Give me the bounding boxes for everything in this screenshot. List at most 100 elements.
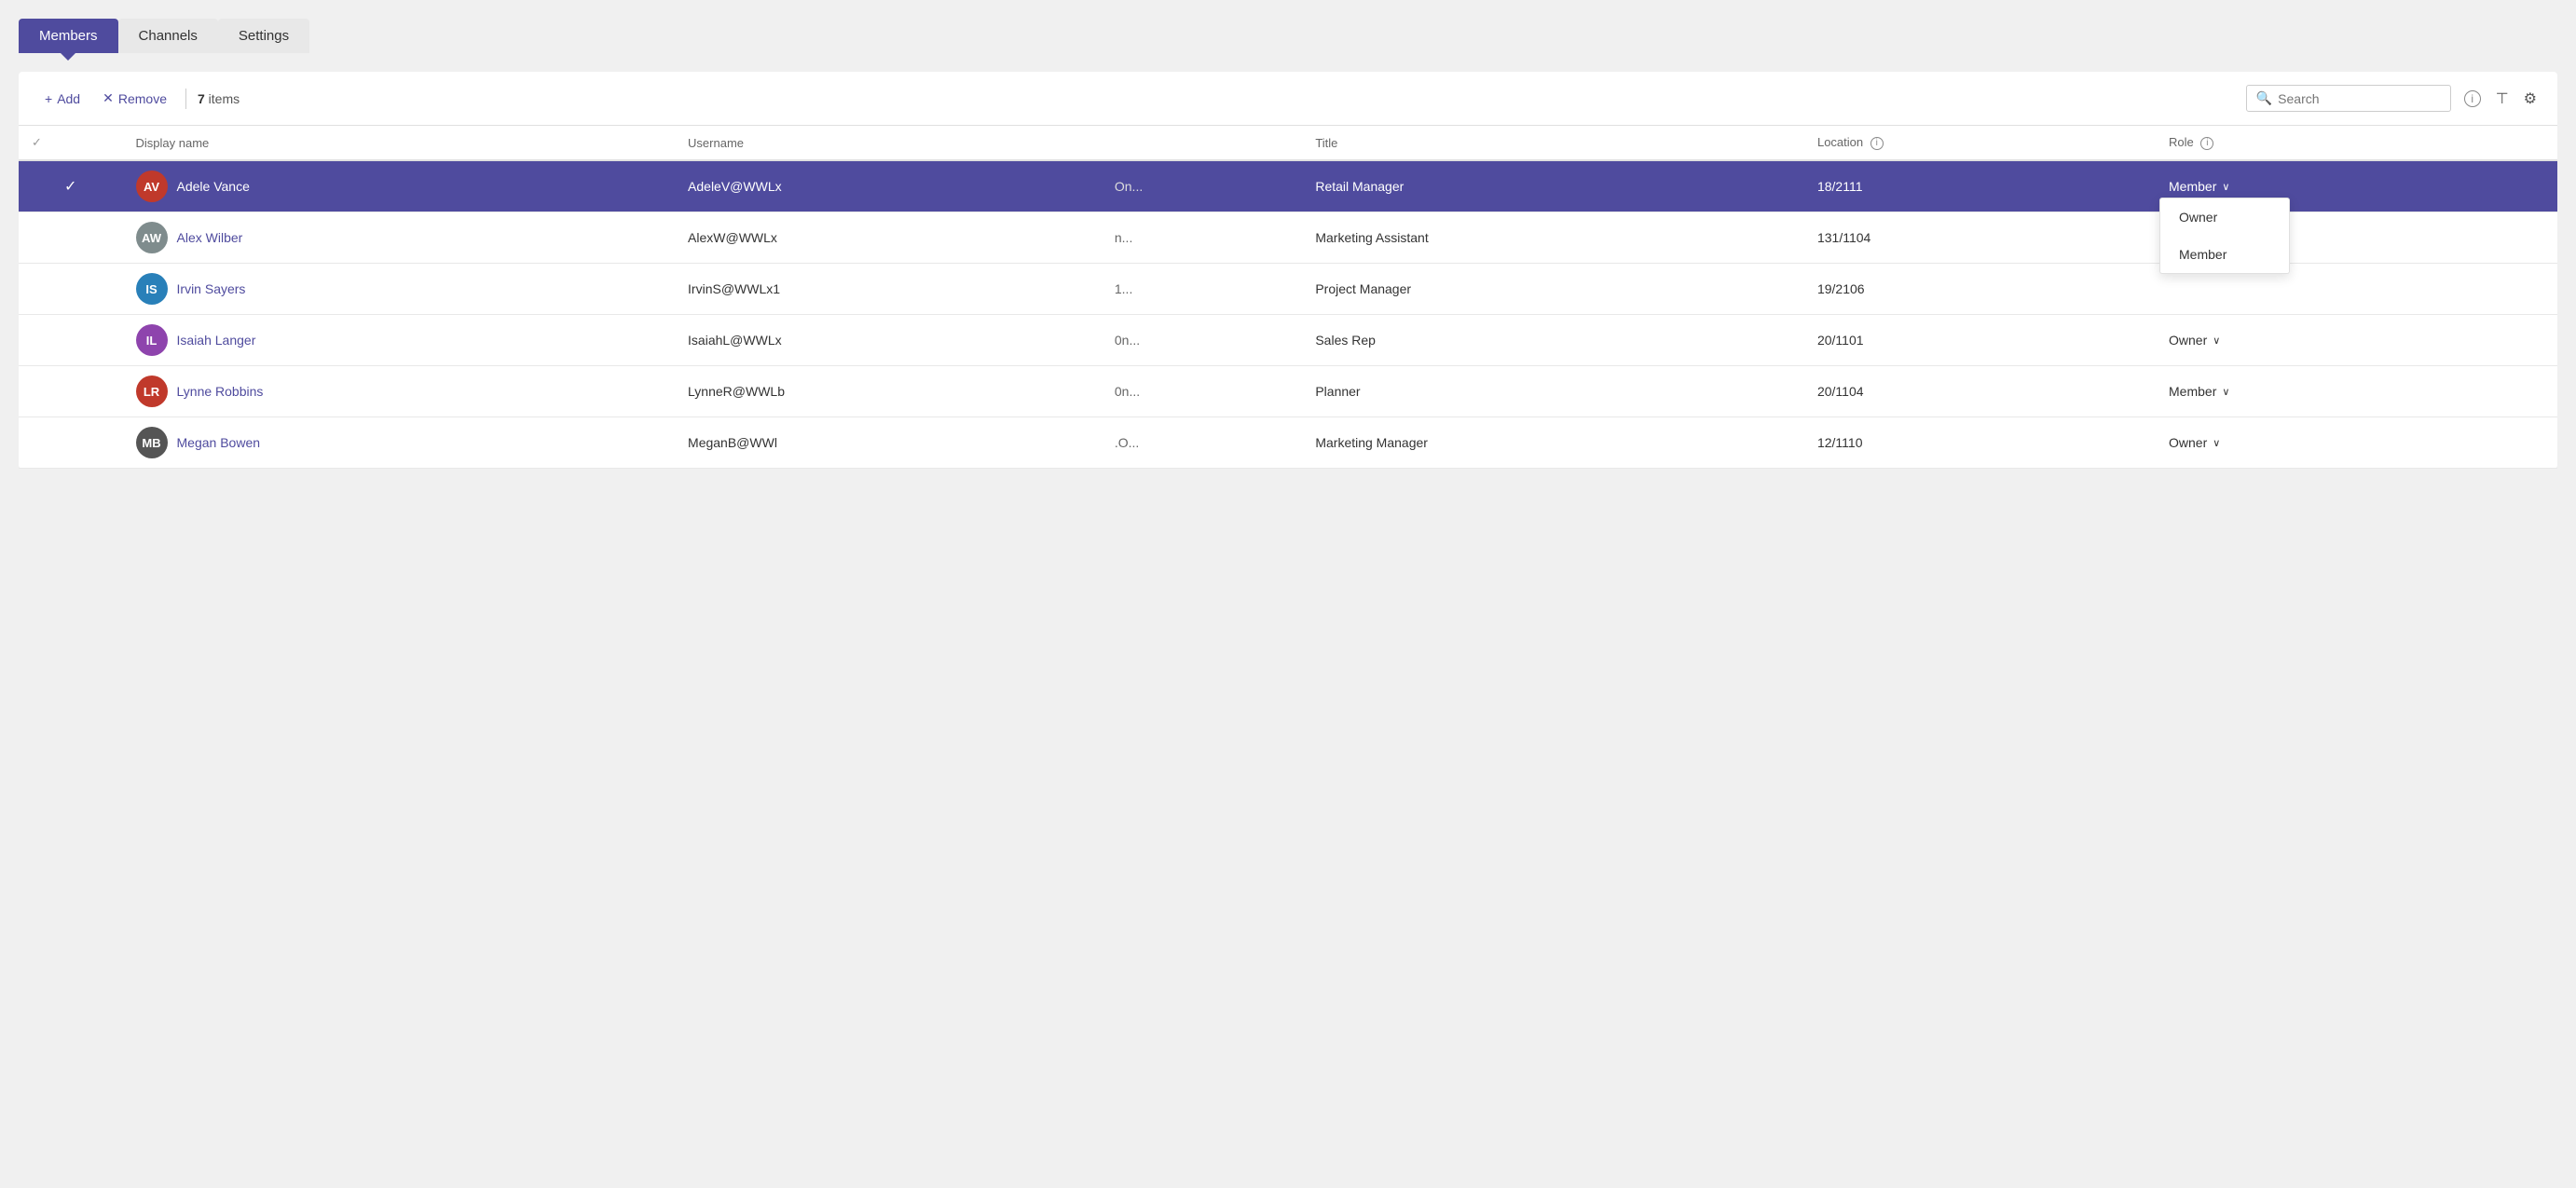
row-display-name: MB Megan Bowen	[123, 417, 676, 469]
row-check-cell[interactable]	[19, 315, 123, 366]
row-title: Retail Manager	[1302, 160, 1804, 212]
row-role[interactable]: Owner ∨	[2156, 417, 2557, 469]
row-location: 131/1104	[1804, 212, 2156, 264]
row-display-name: AW Alex Wilber	[123, 212, 676, 264]
settings-icon-button[interactable]: ⚙	[2522, 88, 2539, 110]
row-check-cell[interactable]	[19, 212, 123, 264]
tab-settings[interactable]: Settings	[218, 19, 309, 53]
row-location: 18/2111	[1804, 160, 2156, 212]
role-option-member[interactable]: Member	[2160, 236, 2289, 273]
table-row[interactable]: IL Isaiah Langer IsaiahL@WWLx0n...Sales …	[19, 315, 2557, 366]
member-name: Megan Bowen	[177, 435, 261, 450]
avatar: IL	[136, 324, 168, 356]
table-header-row: ✓ Display name Username Title	[19, 126, 2557, 160]
row-title: Marketing Assistant	[1302, 212, 1804, 264]
chevron-down-icon[interactable]: ∨	[2213, 437, 2220, 449]
domain-truncated: On...	[1115, 179, 1143, 194]
role-option-owner[interactable]: Owner	[2160, 198, 2289, 236]
member-name: Lynne Robbins	[177, 384, 264, 399]
avatar: MB	[136, 427, 168, 458]
row-domain: .O...	[1102, 417, 1302, 469]
remove-label: Remove	[118, 91, 167, 106]
row-check-cell[interactable]	[19, 264, 123, 315]
col-header-display-name: Display name	[123, 126, 676, 160]
domain-truncated: 0n...	[1115, 384, 1140, 399]
col-header-check: ✓	[19, 126, 123, 160]
row-domain: 0n...	[1102, 366, 1302, 417]
col-header-username: Username	[675, 126, 1102, 160]
row-username: LynneR@WWLb	[675, 366, 1102, 417]
avatar: AV	[136, 171, 168, 202]
row-title: Planner	[1302, 366, 1804, 417]
row-title: Project Manager	[1302, 264, 1804, 315]
row-domain: n...	[1102, 212, 1302, 264]
table-row[interactable]: ✓ AV Adele Vance AdeleV@WWLx On... Retail …	[19, 160, 2557, 212]
table-row[interactable]: MB Megan Bowen MeganB@WWl .O... Marketing …	[19, 417, 2557, 469]
members-table: ✓ Display name Username Title	[19, 126, 2557, 469]
gear-icon: ⚙	[2524, 89, 2537, 108]
search-icon: 🔍	[2256, 90, 2272, 106]
chevron-down-icon[interactable]: ∨	[2222, 181, 2229, 193]
role-dropdown: Owner Member	[2159, 198, 2290, 274]
member-name: Irvin Sayers	[177, 281, 246, 296]
domain-truncated: .O...	[1115, 435, 1139, 450]
row-role[interactable]: Member ∨ Owner Member	[2156, 160, 2557, 212]
x-icon: ✕	[103, 90, 114, 106]
member-name: Alex Wilber	[177, 230, 243, 245]
toolbar-right: 🔍 i ⊤ ⚙	[2246, 85, 2539, 112]
col-header-role: Role i	[2156, 126, 2557, 160]
row-role[interactable]: Member ∨	[2156, 366, 2557, 417]
chevron-down-icon[interactable]: ∨	[2222, 386, 2229, 398]
row-check-cell[interactable]: ✓	[19, 160, 123, 212]
domain-truncated: n...	[1115, 230, 1132, 245]
items-count: 7 items	[198, 91, 240, 106]
row-domain: 0n...	[1102, 315, 1302, 366]
check-mark: ✓	[64, 179, 76, 195]
row-username: AlexW@WWLx	[675, 212, 1102, 264]
avatar: IS	[136, 273, 168, 305]
role-info-icon: i	[2200, 137, 2213, 150]
filter-icon: ⊤	[2496, 89, 2509, 108]
info-icon: i	[2464, 90, 2481, 107]
location-info-icon: i	[1870, 137, 1884, 150]
search-input[interactable]	[2278, 91, 2441, 106]
tab-members[interactable]: Members	[19, 19, 118, 53]
filter-icon-button[interactable]: ⊤	[2494, 88, 2511, 110]
chevron-down-icon[interactable]: ∨	[2213, 335, 2220, 347]
role-label: Member	[2169, 384, 2216, 399]
row-domain: On...	[1102, 160, 1302, 212]
role-label: Owner	[2169, 435, 2207, 450]
row-domain: 1...	[1102, 264, 1302, 315]
search-box[interactable]: 🔍	[2246, 85, 2451, 112]
row-username: IsaiahL@WWLx	[675, 315, 1102, 366]
col-header-domain	[1102, 126, 1302, 160]
role-label: Owner	[2169, 333, 2207, 348]
plus-icon: +	[45, 91, 52, 106]
add-button[interactable]: + Add	[37, 88, 88, 110]
row-role[interactable]: Owner ∨	[2156, 315, 2557, 366]
row-title: Marketing Manager	[1302, 417, 1804, 469]
col-header-title: Title	[1302, 126, 1804, 160]
avatar: AW	[136, 222, 168, 253]
row-display-name: IL Isaiah Langer	[123, 315, 676, 366]
tab-channels[interactable]: Channels	[118, 19, 218, 53]
col-header-location: Location i	[1804, 126, 2156, 160]
info-icon-button[interactable]: i	[2462, 89, 2483, 109]
row-location: 20/1101	[1804, 315, 2156, 366]
role-label: Member	[2169, 179, 2216, 194]
row-username: AdeleV@WWLx	[675, 160, 1102, 212]
row-username: MeganB@WWl	[675, 417, 1102, 469]
row-display-name: LR Lynne Robbins	[123, 366, 676, 417]
toolbar-divider	[185, 89, 186, 109]
tab-bar: Members Channels Settings	[19, 19, 2557, 53]
member-name: Isaiah Langer	[177, 333, 256, 348]
row-check-cell[interactable]	[19, 417, 123, 469]
table-row[interactable]: LR Lynne Robbins LynneR@WWLb 0n... Planner…	[19, 366, 2557, 417]
domain-truncated: 1...	[1115, 281, 1132, 296]
member-name: Adele Vance	[177, 179, 250, 194]
row-display-name: AV Adele Vance	[123, 160, 676, 212]
row-check-cell[interactable]	[19, 366, 123, 417]
row-title: Sales Rep	[1302, 315, 1804, 366]
row-location: 19/2106	[1804, 264, 2156, 315]
remove-button[interactable]: ✕ Remove	[95, 87, 174, 110]
